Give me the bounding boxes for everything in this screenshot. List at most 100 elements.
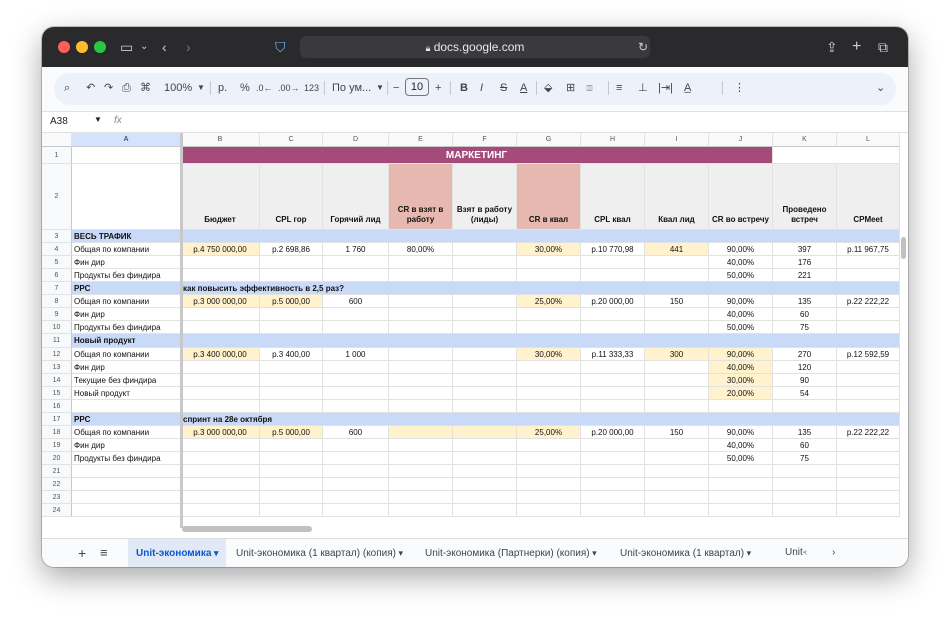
cell[interactable]	[72, 478, 181, 491]
zoom-select[interactable]: 100%	[164, 80, 192, 96]
cell-c[interactable]: р.3 400,00	[260, 348, 323, 361]
cell[interactable]	[645, 491, 709, 504]
cell-j[interactable]: 50,00%	[709, 269, 773, 282]
cell[interactable]	[389, 387, 453, 400]
column-header-b[interactable]: B	[181, 133, 260, 147]
cell[interactable]	[72, 164, 181, 230]
row-header[interactable]: 12	[42, 348, 72, 361]
chevron-down-icon[interactable]: ▾	[590, 548, 597, 558]
cell[interactable]	[581, 361, 645, 374]
cell[interactable]	[709, 465, 773, 478]
cell-k[interactable]: 54	[773, 387, 837, 400]
cell-a[interactable]: Фин дир	[72, 256, 181, 269]
chevron-down-icon[interactable]: ▾	[744, 548, 752, 558]
chevron-down-icon[interactable]: ▼	[197, 80, 205, 96]
cell-i[interactable]: 150	[645, 295, 709, 308]
percent-format-button[interactable]: %	[240, 80, 250, 96]
cell[interactable]	[517, 321, 581, 334]
cell-d[interactable]: 600	[323, 295, 389, 308]
cell[interactable]	[453, 243, 517, 256]
cell-j[interactable]: 30,00%	[709, 374, 773, 387]
cell-a[interactable]: Продукты без финдира	[72, 321, 181, 334]
cell-j[interactable]: 40,00%	[709, 361, 773, 374]
cell[interactable]	[389, 361, 453, 374]
cell[interactable]	[517, 387, 581, 400]
cell[interactable]	[645, 387, 709, 400]
cell[interactable]	[389, 308, 453, 321]
cell[interactable]	[517, 361, 581, 374]
cell[interactable]	[709, 491, 773, 504]
cell[interactable]	[453, 439, 517, 452]
chevron-down-icon[interactable]: ▼	[376, 80, 384, 96]
cell[interactable]	[581, 374, 645, 387]
cell[interactable]	[389, 374, 453, 387]
cell-j[interactable]: 90,00%	[709, 348, 773, 361]
cell[interactable]	[389, 400, 453, 413]
cell[interactable]	[453, 308, 517, 321]
cell-j[interactable]: 40,00%	[709, 256, 773, 269]
italic-button[interactable]: I	[480, 80, 483, 96]
align-left-icon[interactable]: ≡	[616, 80, 622, 96]
cell-k[interactable]: 221	[773, 269, 837, 282]
cell-a[interactable]: Продукты без финдира	[72, 452, 181, 465]
cell[interactable]	[323, 361, 389, 374]
cell[interactable]	[72, 504, 181, 517]
cell[interactable]	[323, 491, 389, 504]
cell[interactable]	[581, 452, 645, 465]
cell[interactable]	[453, 387, 517, 400]
section-label[interactable]: ВЕСЬ ТРАФИК	[72, 230, 181, 243]
cell[interactable]	[323, 387, 389, 400]
cell[interactable]	[181, 491, 260, 504]
cell-k[interactable]: 176	[773, 256, 837, 269]
cell-b[interactable]: р.3 400 000,00	[181, 348, 260, 361]
header-cell-b[interactable]: Бюджет	[181, 164, 260, 230]
cell[interactable]	[773, 491, 837, 504]
header-cell-g[interactable]: CR в квал	[517, 164, 581, 230]
cell[interactable]	[453, 400, 517, 413]
cell-a[interactable]: Продукты без финдира	[72, 269, 181, 282]
row-header[interactable]: 9	[42, 308, 72, 321]
cell[interactable]	[260, 504, 323, 517]
cell[interactable]	[837, 478, 900, 491]
cell[interactable]	[581, 400, 645, 413]
tab-overview-icon[interactable]: ⧉	[878, 37, 888, 57]
cell-k[interactable]: 135	[773, 426, 837, 439]
scroll-tabs-left-icon[interactable]: ‹	[804, 539, 807, 567]
cell-k[interactable]: 60	[773, 439, 837, 452]
cell[interactable]	[260, 321, 323, 334]
column-header-c[interactable]: C	[260, 133, 323, 147]
header-cell-d[interactable]: Горячий лид	[323, 164, 389, 230]
column-header-g[interactable]: G	[517, 133, 581, 147]
cell-a[interactable]: Общая по компании	[72, 243, 181, 256]
print-icon[interactable]: ⎙	[122, 80, 131, 96]
text-color-button[interactable]: A	[520, 80, 527, 96]
cell[interactable]	[181, 308, 260, 321]
cell-a[interactable]: Общая по компании	[72, 426, 181, 439]
cell[interactable]	[181, 269, 260, 282]
row-header[interactable]: 14	[42, 374, 72, 387]
cell[interactable]	[773, 400, 837, 413]
cell[interactable]	[645, 400, 709, 413]
cell-k[interactable]: 135	[773, 295, 837, 308]
cell[interactable]	[72, 400, 181, 413]
cell[interactable]	[517, 400, 581, 413]
cell-k[interactable]: 90	[773, 374, 837, 387]
cell[interactable]	[453, 491, 517, 504]
redo-icon[interactable]: ↷	[104, 80, 113, 96]
header-cell-k[interactable]: Проведено встреч	[773, 164, 837, 230]
cell[interactable]	[453, 478, 517, 491]
cell-g[interactable]: 30,00%	[517, 243, 581, 256]
cell[interactable]	[389, 452, 453, 465]
row-header[interactable]: 3	[42, 230, 72, 243]
text-rotation-icon[interactable]: A̲	[684, 80, 691, 96]
row-header[interactable]: 19	[42, 439, 72, 452]
sidebar-icon[interactable]: ▭	[120, 37, 133, 57]
cell[interactable]	[260, 387, 323, 400]
cell[interactable]	[645, 269, 709, 282]
cell[interactable]	[453, 348, 517, 361]
cell[interactable]	[773, 147, 900, 164]
cell[interactable]	[323, 269, 389, 282]
merge-cells-icon[interactable]: ⧈	[586, 80, 593, 96]
cell-k[interactable]: 60	[773, 308, 837, 321]
back-icon[interactable]: ‹	[162, 37, 167, 57]
